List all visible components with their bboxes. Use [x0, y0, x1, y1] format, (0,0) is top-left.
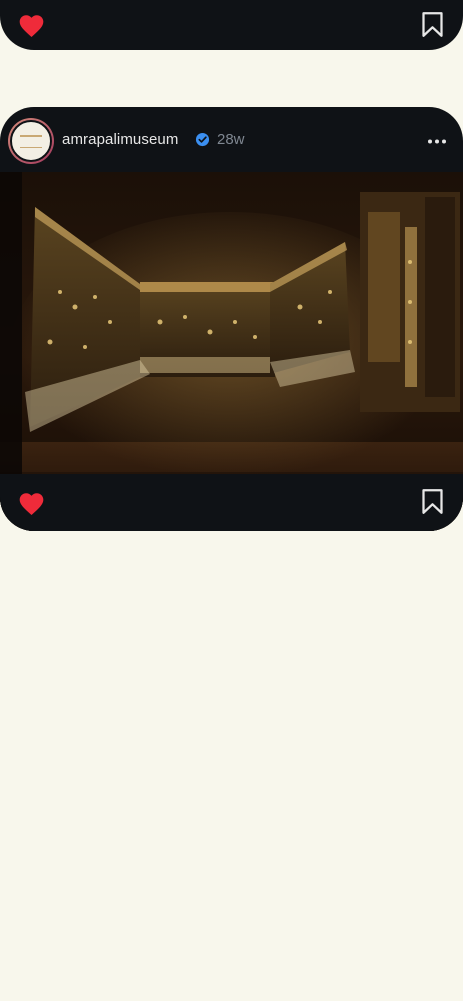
- bookmark-icon[interactable]: [421, 488, 444, 515]
- bookmark-icon[interactable]: [421, 11, 444, 38]
- username[interactable]: amrapalimuseum: [62, 131, 178, 148]
- post-time: 28w: [217, 131, 245, 148]
- previous-post-actions: [0, 10, 463, 40]
- museum-logo-icon: [20, 134, 42, 148]
- page-background: [0, 531, 463, 1001]
- post-header: amrapalimuseum 28w: [0, 107, 463, 173]
- post-actions: [0, 474, 463, 531]
- heart-icon[interactable]: [17, 490, 46, 516]
- avatar[interactable]: [8, 118, 54, 164]
- post-card: amrapalimuseum 28w: [0, 107, 463, 531]
- avatar-image: [10, 120, 52, 162]
- verified-badge-icon: [195, 132, 210, 147]
- previous-post-card: [0, 0, 463, 50]
- heart-icon[interactable]: [17, 12, 46, 38]
- more-options-icon[interactable]: [427, 139, 447, 144]
